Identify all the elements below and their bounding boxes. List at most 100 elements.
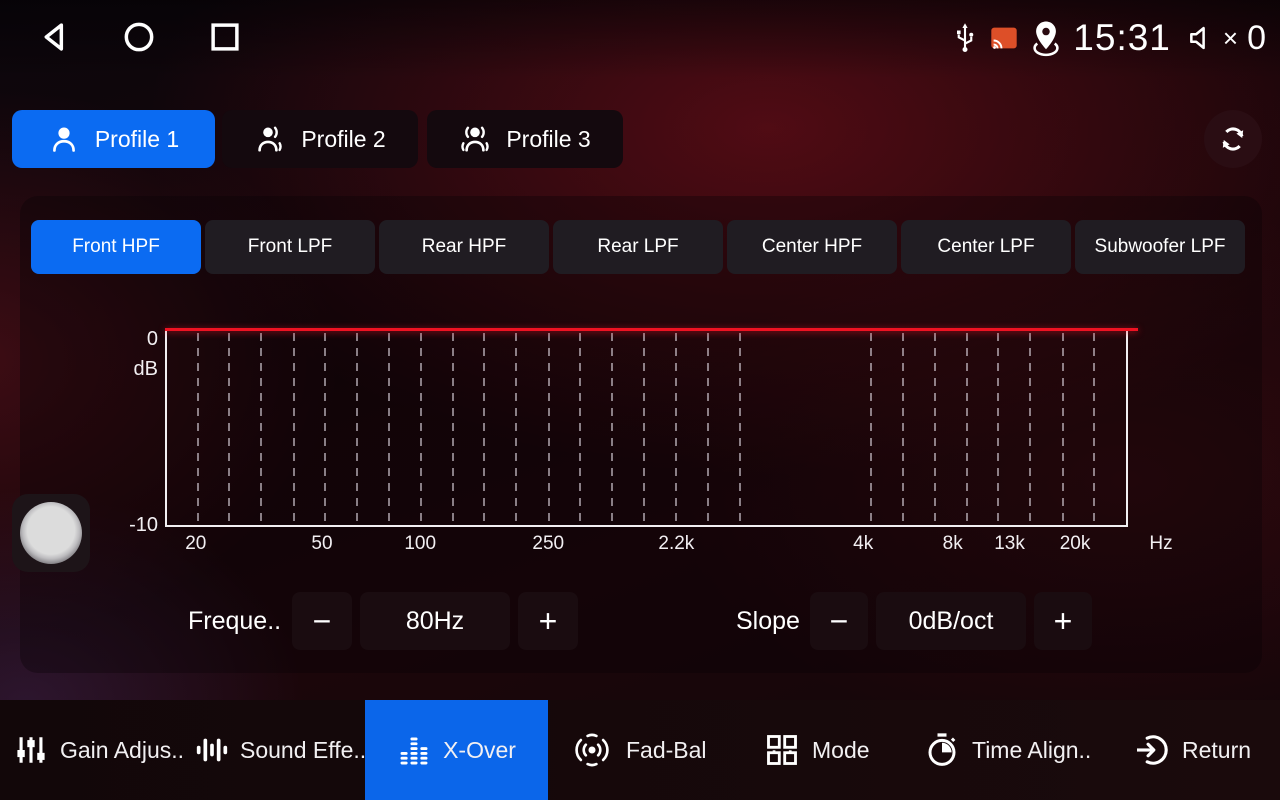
nav-label: Mode bbox=[812, 737, 870, 764]
vertical-gridline bbox=[420, 333, 422, 525]
profile-tab-label: Profile 2 bbox=[301, 126, 385, 153]
vertical-gridline bbox=[739, 333, 741, 525]
location-icon bbox=[1028, 19, 1064, 57]
fader-balance-icon bbox=[570, 730, 614, 770]
recents-icon[interactable] bbox=[206, 18, 244, 56]
frequency-plus-button[interactable]: + bbox=[518, 592, 578, 650]
frequency-value: 80Hz bbox=[360, 592, 510, 650]
nav-fad-bal[interactable]: Fad-Bal bbox=[570, 700, 707, 800]
filter-tab-label: Rear LPF bbox=[597, 236, 678, 258]
slope-value: 0dB/oct bbox=[876, 592, 1026, 650]
mode-grid-icon bbox=[764, 732, 800, 768]
filter-tab-label: Subwoofer LPF bbox=[1095, 236, 1226, 258]
profile-person-waves-icon bbox=[459, 123, 491, 155]
volume-level: 0 bbox=[1247, 19, 1266, 58]
nav-sound-effect[interactable]: Sound Effe.. bbox=[194, 700, 366, 800]
x-tick: 250 bbox=[532, 533, 564, 555]
nav-label: Sound Effe.. bbox=[240, 737, 366, 764]
usb-icon bbox=[950, 21, 980, 55]
tab-front-lpf[interactable]: Front LPF bbox=[205, 220, 375, 274]
vertical-gridline bbox=[643, 333, 645, 525]
profile-person-wave-icon bbox=[254, 123, 286, 155]
tab-profile-2[interactable]: Profile 2 bbox=[222, 110, 418, 168]
x-tick: 20 bbox=[185, 533, 206, 555]
back-icon[interactable] bbox=[36, 18, 74, 56]
x-axis-unit: Hz bbox=[1149, 533, 1172, 555]
x-tick: 13k bbox=[994, 533, 1025, 555]
vertical-gridline bbox=[260, 333, 262, 525]
profile-tab-label: Profile 1 bbox=[95, 126, 179, 153]
filter-tab-label: Rear HPF bbox=[422, 236, 506, 258]
vertical-gridline bbox=[675, 333, 677, 525]
vertical-gridline bbox=[611, 333, 613, 525]
vertical-gridline bbox=[483, 333, 485, 525]
vertical-gridline bbox=[548, 333, 550, 525]
filter-tab-label: Center LPF bbox=[937, 236, 1034, 258]
frequency-minus-button[interactable]: − bbox=[292, 592, 352, 650]
nav-label: Gain Adjus.. bbox=[60, 737, 184, 764]
nav-time-align[interactable]: Time Align.. bbox=[924, 700, 1091, 800]
nav-return[interactable]: Return bbox=[1134, 700, 1251, 800]
x-tick: 100 bbox=[404, 533, 436, 555]
status-indicators: 15:31 × 0 bbox=[950, 12, 1266, 64]
status-bar: 15:31 × 0 bbox=[0, 0, 1280, 78]
profile-tab-label: Profile 3 bbox=[506, 126, 590, 153]
vertical-gridline bbox=[356, 333, 358, 525]
vertical-gridline bbox=[293, 333, 295, 525]
vertical-gridline bbox=[997, 333, 999, 525]
time-alignment-stopwatch-icon bbox=[924, 732, 960, 768]
tab-center-hpf[interactable]: Center HPF bbox=[727, 220, 897, 274]
filter-tab-label: Center HPF bbox=[762, 236, 862, 258]
frequency-label: Freque.. bbox=[188, 592, 281, 650]
x-tick: 50 bbox=[311, 533, 332, 555]
nav-gain-adjust[interactable]: Gain Adjus.. bbox=[14, 700, 184, 800]
vertical-gridline bbox=[1029, 333, 1031, 525]
vertical-gridline bbox=[966, 333, 968, 525]
floating-knob-button[interactable] bbox=[12, 494, 90, 572]
vertical-gridline bbox=[902, 333, 904, 525]
y-tick-minus10: -10 bbox=[114, 514, 158, 537]
nav-xover[interactable]: X-Over bbox=[365, 700, 548, 800]
tab-rear-hpf[interactable]: Rear HPF bbox=[379, 220, 549, 274]
tab-subwoofer-lpf[interactable]: Subwoofer LPF bbox=[1075, 220, 1245, 274]
vertical-gridline bbox=[934, 333, 936, 525]
minus-icon: − bbox=[830, 603, 849, 640]
tab-center-lpf[interactable]: Center LPF bbox=[901, 220, 1071, 274]
tab-profile-3[interactable]: Profile 3 bbox=[427, 110, 623, 168]
filter-tab-label: Front HPF bbox=[72, 236, 160, 258]
tab-front-hpf[interactable]: Front HPF bbox=[31, 220, 201, 274]
sound-effect-bars-icon bbox=[194, 733, 228, 767]
vertical-gridline bbox=[870, 333, 872, 525]
profile-person-icon bbox=[48, 123, 80, 155]
nav-mode[interactable]: Mode bbox=[764, 700, 870, 800]
response-curve-line bbox=[165, 328, 1138, 331]
home-icon[interactable] bbox=[120, 18, 158, 56]
nav-label: Fad-Bal bbox=[626, 737, 707, 764]
tab-profile-1[interactable]: Profile 1 bbox=[12, 110, 215, 168]
gain-sliders-icon bbox=[14, 733, 48, 767]
reset-sync-button[interactable] bbox=[1204, 110, 1262, 168]
volume-mute-x: × bbox=[1223, 23, 1238, 54]
plus-icon: + bbox=[1054, 603, 1073, 640]
vertical-gridline bbox=[579, 333, 581, 525]
return-arrow-icon bbox=[1134, 732, 1170, 768]
vertical-gridline bbox=[1093, 333, 1095, 525]
y-axis-unit: dB bbox=[114, 358, 158, 381]
vertical-gridline bbox=[388, 333, 390, 525]
cast-icon bbox=[989, 25, 1019, 51]
slope-plus-button[interactable]: + bbox=[1034, 592, 1092, 650]
x-axis-labels: 20 50 100 250 2.2k 4k 8k 20k 13k Hz bbox=[165, 533, 1128, 559]
slope-minus-button[interactable]: − bbox=[810, 592, 868, 650]
vertical-gridline bbox=[515, 333, 517, 525]
response-curve-chart bbox=[165, 330, 1128, 527]
slope-label: Slope bbox=[736, 592, 800, 650]
x-tick: 4k bbox=[853, 533, 873, 555]
tab-rear-lpf[interactable]: Rear LPF bbox=[553, 220, 723, 274]
crossover-equalizer-icon bbox=[397, 733, 431, 767]
clock: 15:31 bbox=[1073, 17, 1171, 59]
knob-ball bbox=[20, 502, 82, 564]
vertical-gridline bbox=[228, 333, 230, 525]
y-tick-0: 0 bbox=[114, 328, 158, 351]
x-tick: 8k bbox=[943, 533, 963, 555]
nav-label: Return bbox=[1182, 737, 1251, 764]
